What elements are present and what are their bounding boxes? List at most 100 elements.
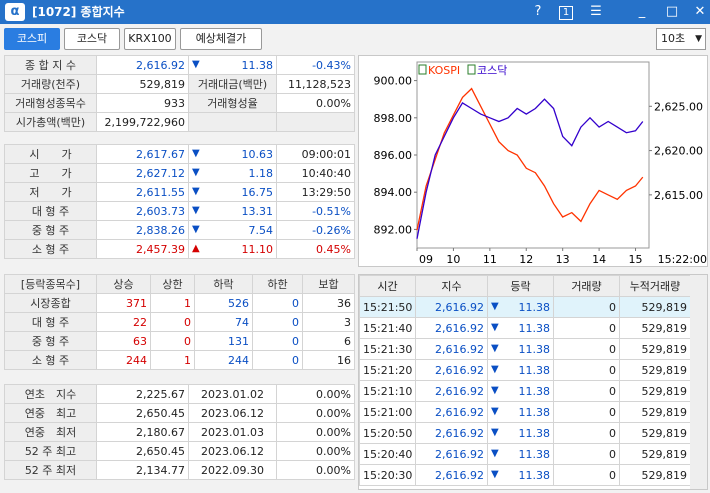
breadth-label: 대 형 주 bbox=[4, 312, 97, 332]
page-button[interactable]: 1 bbox=[556, 2, 576, 22]
maximize-icon[interactable]: □ bbox=[662, 2, 682, 22]
down-arrow-icon: ▼ bbox=[491, 363, 499, 375]
yearly-value: 2,650.45 bbox=[96, 441, 189, 461]
down-arrow-icon: ▼ bbox=[491, 384, 499, 396]
price-label: 대 형 주 bbox=[4, 201, 97, 221]
tick-cum-volume: 529,819 bbox=[619, 296, 691, 318]
table-row[interactable]: 15:20:50 2,616.92 ▼ 11.38 0 529,819 bbox=[359, 422, 691, 444]
yearly-label: 연초 지수 bbox=[4, 384, 97, 404]
tick-change-cell: ▼ 11.38 bbox=[487, 422, 554, 444]
table-row[interactable]: 15:21:10 2,616.92 ▼ 11.38 0 529,819 bbox=[359, 380, 691, 402]
yearly-value: 2,134.77 bbox=[96, 460, 189, 480]
index-value: 2,616.92 bbox=[96, 55, 189, 75]
index-rate: -0.43% bbox=[276, 55, 355, 75]
price-row: 저 가 2,611.55 ▼ 16.75 13:29:50 bbox=[4, 182, 355, 202]
price-extra: 0.45% bbox=[276, 239, 355, 259]
tick-index: 2,616.92 bbox=[415, 380, 488, 402]
table-row[interactable]: 15:20:40 2,616.92 ▼ 11.38 0 529,819 bbox=[359, 443, 691, 465]
tick-change-cell: ▼ 11.38 bbox=[487, 317, 554, 339]
down-arrow-icon: ▼ bbox=[491, 300, 499, 312]
breadth-header: 하락 bbox=[194, 274, 253, 294]
table-row[interactable]: 15:21:50 2,616.92 ▼ 11.38 0 529,819 bbox=[359, 296, 691, 318]
table-row[interactable]: 15:20:30 2,616.92 ▼ 11.38 0 529,819 bbox=[359, 464, 691, 486]
x-tick-label: 11 bbox=[483, 253, 497, 266]
tab-expected[interactable]: 예상체결가 bbox=[180, 28, 262, 50]
market-cap-label: 시가총액(백만) bbox=[4, 112, 97, 132]
tick-change: 11.38 bbox=[518, 447, 551, 461]
tick-time: 15:20:40 bbox=[359, 443, 416, 465]
tick-change-cell: ▼ 11.38 bbox=[487, 338, 554, 360]
down-arrow-icon: ▼ bbox=[491, 468, 499, 480]
formed-rate-value: 0.00% bbox=[276, 93, 355, 113]
minimize-icon[interactable]: _ bbox=[632, 2, 652, 22]
index-label: 종 합 지 수 bbox=[4, 55, 97, 75]
tick-change: 11.38 bbox=[518, 321, 551, 335]
x-tick-label: 12 bbox=[519, 253, 533, 266]
price-extra: -0.51% bbox=[276, 201, 355, 221]
close-icon[interactable]: ✕ bbox=[690, 2, 710, 22]
table-row[interactable]: 15:21:00 2,616.92 ▼ 11.38 0 529,819 bbox=[359, 401, 691, 423]
tick-cum-volume: 529,819 bbox=[619, 317, 691, 339]
menu-icon[interactable]: ☰ bbox=[586, 2, 606, 22]
breadth-cell: 6 bbox=[302, 331, 355, 351]
tick-list[interactable]: 시간 지수 등락 거래량 누적거래량 15:21:50 2,616.92 ▼ 11.38 0 52… bbox=[358, 274, 708, 490]
amount-value: 11,128,523 bbox=[276, 74, 355, 94]
breadth-cell: 131 bbox=[194, 331, 253, 351]
price-value: 2,617.67 bbox=[96, 144, 189, 164]
tick-change-cell: ▼ 11.38 bbox=[487, 443, 554, 465]
tick-volume: 0 bbox=[553, 401, 620, 423]
scrollbar[interactable] bbox=[690, 275, 707, 489]
tick-header[interactable]: 거래량 bbox=[553, 275, 620, 297]
price-value: 2,603.73 bbox=[96, 201, 189, 221]
tick-volume: 0 bbox=[553, 338, 620, 360]
tab-krx100[interactable]: KRX100 bbox=[124, 28, 176, 50]
price-change-cell: ▼ 7.54 bbox=[188, 220, 277, 240]
help-button[interactable]: ? bbox=[528, 2, 548, 22]
tab-kosdaq[interactable]: 코스닥 bbox=[64, 28, 120, 50]
breadth-cell: 244 bbox=[194, 350, 253, 370]
table-row[interactable]: 15:21:30 2,616.92 ▼ 11.38 0 529,819 bbox=[359, 338, 691, 360]
tab-kospi[interactable]: 코스피 bbox=[4, 28, 60, 50]
breadth-header: 상승 bbox=[96, 274, 151, 294]
table-row[interactable]: 15:21:40 2,616.92 ▼ 11.38 0 529,819 bbox=[359, 317, 691, 339]
formed-count-value: 933 bbox=[96, 93, 189, 113]
left-tick-label: 896.00 bbox=[374, 149, 413, 162]
price-row: 중 형 주 2,838.26 ▼ 7.54 -0.26% bbox=[4, 220, 355, 240]
left-tick-label: 892.00 bbox=[374, 223, 413, 236]
tick-header[interactable]: 지수 bbox=[415, 275, 488, 297]
tick-index: 2,616.92 bbox=[415, 443, 488, 465]
tick-time: 15:21:00 bbox=[359, 401, 416, 423]
yearly-date: 2023.06.12 bbox=[188, 403, 277, 423]
tick-header[interactable]: 누적거래량 bbox=[619, 275, 691, 297]
interval-select[interactable]: 10초 ▼ bbox=[656, 28, 706, 50]
left-tick-label: 898.00 bbox=[374, 112, 413, 125]
x-tick-label: 15 bbox=[629, 253, 643, 266]
tick-header[interactable]: 시간 bbox=[359, 275, 416, 297]
tick-volume: 0 bbox=[553, 380, 620, 402]
price-change-cell: ▼ 13.31 bbox=[188, 201, 277, 221]
x-tick-label: 13 bbox=[556, 253, 570, 266]
tick-header[interactable]: 등락 bbox=[487, 275, 554, 297]
breadth-cell: 16 bbox=[302, 350, 355, 370]
down-arrow-icon: ▼ bbox=[192, 58, 200, 70]
page-number: 1 bbox=[559, 6, 573, 20]
table-row[interactable]: 15:21:20 2,616.92 ▼ 11.38 0 529,819 bbox=[359, 359, 691, 381]
right-tick-label: 2,620.00 bbox=[654, 145, 703, 158]
down-arrow-icon: ▼ bbox=[192, 147, 200, 159]
chevron-down-icon: ▼ bbox=[695, 34, 702, 44]
left-tick-label: 894.00 bbox=[374, 186, 413, 199]
market-cap-value: 2,199,722,960 bbox=[96, 112, 189, 132]
price-label: 중 형 주 bbox=[4, 220, 97, 240]
price-label: 소 형 주 bbox=[4, 239, 97, 259]
price-value: 2,838.26 bbox=[96, 220, 189, 240]
tick-time: 15:20:30 bbox=[359, 464, 416, 486]
breadth-row: 중 형 주 63 0 131 0 6 bbox=[4, 331, 355, 351]
price-extra: 10:40:40 bbox=[276, 163, 355, 183]
tick-change-cell: ▼ 11.38 bbox=[487, 296, 554, 318]
down-arrow-icon: ▼ bbox=[192, 204, 200, 216]
price-change: 1.18 bbox=[248, 166, 274, 180]
yearly-rate: 0.00% bbox=[276, 441, 355, 461]
tick-time: 15:21:30 bbox=[359, 338, 416, 360]
tick-index: 2,616.92 bbox=[415, 296, 488, 318]
down-arrow-icon: ▼ bbox=[192, 185, 200, 197]
